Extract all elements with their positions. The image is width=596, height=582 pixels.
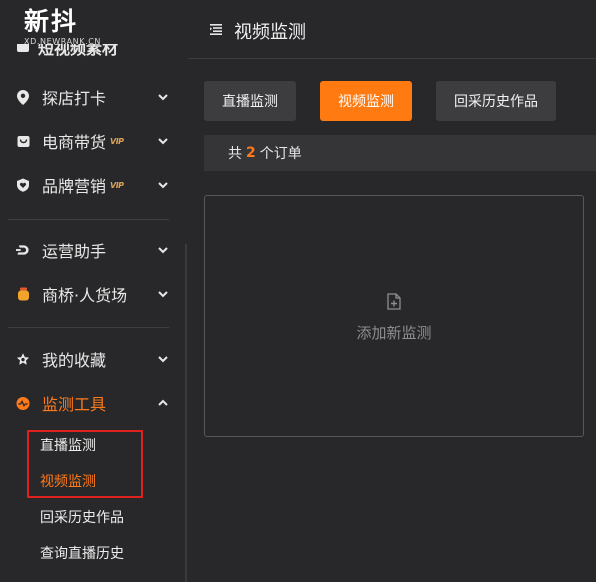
sidebar-item-favorites[interactable]: 我的收藏 bbox=[0, 341, 186, 377]
main-panel: 视频监测 直播监测 视频监测 回采历史作品 共 2 个订单 添加新监测 bbox=[188, 0, 596, 582]
sub-item-video-monitor[interactable]: 视频监测 bbox=[40, 471, 96, 493]
heart-shield-icon bbox=[16, 178, 30, 192]
vip-badge: VIP bbox=[110, 180, 124, 190]
logo-text: 新抖 bbox=[24, 7, 79, 36]
sidebar-item-label: 探店打卡 bbox=[42, 89, 107, 108]
sidebar-item-label: 商桥·人货场 bbox=[42, 286, 128, 305]
sidebar-item-label: 监测工具 bbox=[42, 395, 107, 414]
vip-badge: VIP bbox=[110, 136, 124, 146]
order-count: 2 bbox=[246, 145, 256, 161]
sidebar-item-operations-assistant[interactable]: 运营助手 bbox=[0, 232, 186, 268]
order-count-bar: 共 2 个订单 bbox=[204, 135, 596, 171]
sub-item-live-monitor[interactable]: 直播监测 bbox=[40, 435, 96, 457]
add-monitor-card[interactable]: 添加新监测 bbox=[204, 195, 584, 437]
list-menu-icon[interactable] bbox=[210, 24, 222, 35]
shopping-bag-icon bbox=[16, 134, 30, 148]
d-logo-icon bbox=[16, 243, 30, 257]
sidebar-item-brand-marketing[interactable]: 品牌营销 VIP bbox=[0, 167, 186, 203]
chevron-down-icon bbox=[158, 182, 168, 189]
location-pin-icon bbox=[16, 89, 30, 105]
sidebar-item-label: 运营助手 bbox=[42, 242, 107, 261]
sidebar-item-label: 我的收藏 bbox=[42, 351, 107, 370]
sidebar-divider bbox=[8, 327, 169, 328]
sidebar-item-ecommerce[interactable]: 电商带货 VIP bbox=[0, 123, 186, 159]
add-file-icon bbox=[387, 293, 401, 310]
sidebar: 新抖 XD.NEWRANK.CN 短视频素材 探店打卡 电商带货 VIP 品牌营… bbox=[0, 0, 188, 582]
chevron-down-icon bbox=[158, 356, 168, 363]
sidebar-item-label: 品牌营销 bbox=[42, 177, 107, 196]
pulse-monitor-icon bbox=[16, 396, 30, 410]
sidebar-item-monitor-tools[interactable]: 监测工具 bbox=[0, 385, 186, 421]
tab-video-monitor[interactable]: 视频监测 bbox=[320, 81, 412, 121]
sidebar-item-label: 短视频素材 bbox=[38, 44, 119, 58]
add-monitor-label: 添加新监测 bbox=[356, 324, 432, 342]
tab-history-works[interactable]: 回采历史作品 bbox=[436, 81, 556, 121]
star-badge-icon bbox=[16, 352, 30, 366]
video-icon bbox=[17, 44, 29, 52]
sidebar-item-label: 电商带货 bbox=[42, 133, 107, 152]
sidebar-divider bbox=[8, 219, 169, 220]
brand-logo[interactable]: 新抖 XD.NEWRANK.CN bbox=[24, 7, 101, 47]
page-title: 视频监测 bbox=[234, 22, 306, 43]
sub-item-live-history[interactable]: 查询直播历史 bbox=[40, 543, 124, 565]
order-suffix: 个订单 bbox=[259, 146, 302, 162]
chevron-down-icon bbox=[158, 291, 168, 298]
sidebar-item-store-checkin[interactable]: 探店打卡 bbox=[0, 79, 186, 115]
chevron-down-icon bbox=[158, 247, 168, 254]
sidebar-item-shangqiao[interactable]: 商桥·人货场 bbox=[0, 276, 186, 312]
sidebar-item-cut-off[interactable]: 短视频素材 bbox=[0, 44, 186, 66]
sidebar-scrollbar[interactable] bbox=[185, 244, 187, 582]
order-prefix: 共 bbox=[228, 146, 242, 162]
chevron-up-icon bbox=[158, 399, 168, 406]
sub-item-history-works[interactable]: 回采历史作品 bbox=[40, 507, 124, 529]
honey-jar-icon bbox=[16, 287, 30, 301]
page-header: 视频监测 bbox=[188, 0, 596, 59]
chevron-down-icon bbox=[158, 94, 168, 101]
chevron-down-icon bbox=[158, 138, 168, 145]
tab-live-monitor[interactable]: 直播监测 bbox=[204, 81, 296, 121]
